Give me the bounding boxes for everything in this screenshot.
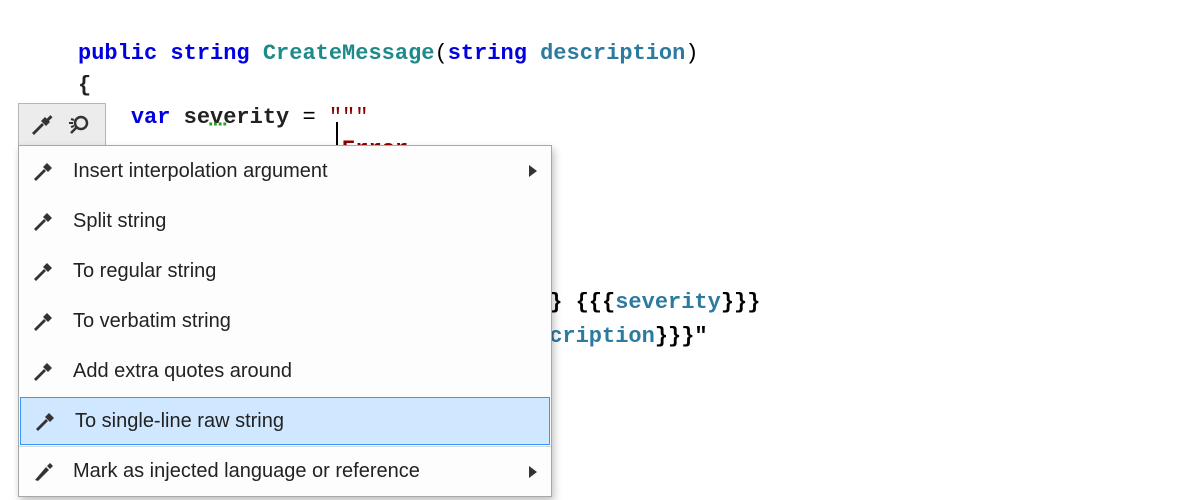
triple-quote-open: """ — [329, 105, 369, 130]
pen-icon — [31, 460, 55, 484]
intention-toolbar[interactable] — [18, 103, 106, 145]
menu-item-add-extra-quotes[interactable]: Add extra quotes around — [19, 346, 551, 396]
menu-label: To single-line raw string — [75, 410, 535, 433]
param-name: description — [540, 41, 685, 66]
lparen: ( — [434, 41, 447, 66]
hammer-icon — [31, 359, 55, 383]
hammer-icon — [31, 159, 55, 183]
menu-label: Split string — [73, 210, 537, 233]
menu-item-to-single-line-raw[interactable]: To single-line raw string — [20, 397, 550, 445]
type-string: string — [170, 41, 249, 66]
menu-item-insert-interpolation[interactable]: Insert interpolation argument — [19, 146, 551, 196]
submenu-arrow-icon — [529, 165, 537, 177]
code-partial: }} {{{severity}}} scription}}}" — [536, 252, 760, 354]
menu-item-to-regular-string[interactable]: To regular string — [19, 246, 551, 296]
keyword-public: public — [78, 41, 157, 66]
open-brace: { — [78, 73, 91, 98]
hammer-icon — [31, 309, 55, 333]
hint-dots-icon: ···· — [208, 114, 227, 137]
submenu-arrow-icon — [529, 466, 537, 478]
param-type: string — [448, 41, 527, 66]
menu-item-to-verbatim-string[interactable]: To verbatim string — [19, 296, 551, 346]
search-icon[interactable] — [67, 113, 91, 137]
var-name: severity — [184, 105, 290, 130]
menu-item-mark-injected[interactable]: Mark as injected language or reference — [19, 446, 551, 496]
keyword-var: var — [131, 105, 171, 130]
hammer-icon[interactable] — [29, 113, 53, 137]
interp-var: scription — [536, 324, 655, 349]
bracket-text: }}} — [721, 290, 761, 315]
context-actions-popup: Insert interpolation argument Split stri… — [18, 145, 552, 497]
hammer-icon — [31, 259, 55, 283]
hammer-icon — [33, 409, 57, 433]
hammer-icon — [31, 209, 55, 233]
bracket-text: }}}" — [655, 324, 708, 349]
equals: = — [289, 105, 329, 130]
menu-label: Add extra quotes around — [73, 360, 537, 383]
menu-item-split-string[interactable]: Split string — [19, 196, 551, 246]
interp-var: severity — [615, 290, 721, 315]
menu-label: To regular string — [73, 260, 537, 283]
menu-label: To verbatim string — [73, 310, 537, 333]
method-name: CreateMessage — [263, 41, 435, 66]
menu-label: Insert interpolation argument — [73, 160, 511, 183]
rparen: ) — [685, 41, 698, 66]
menu-label: Mark as injected language or reference — [73, 460, 511, 483]
